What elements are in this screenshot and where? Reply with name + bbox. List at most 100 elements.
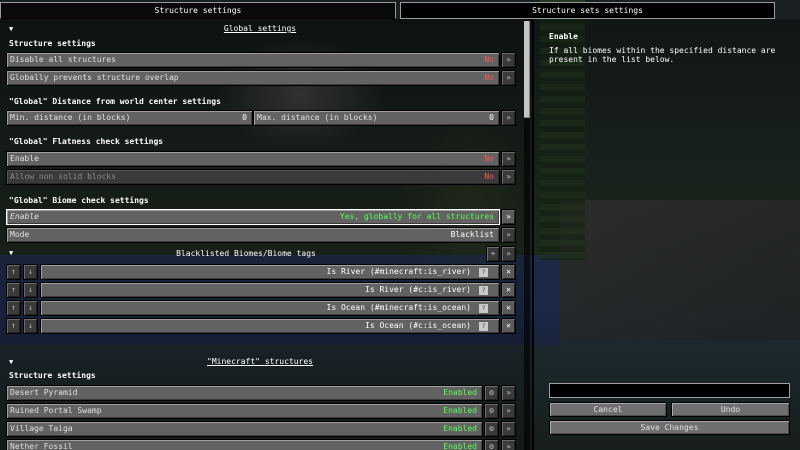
- disable-all-structures-button[interactable]: Disable all structures No: [6, 52, 500, 68]
- structure-name: Nether Fossil: [10, 442, 73, 450]
- reset-button[interactable]: »: [501, 169, 516, 185]
- move-up-button[interactable]: ↑: [6, 318, 21, 334]
- gear-icon[interactable]: ⚙: [484, 403, 499, 419]
- min-distance-value: 0: [242, 113, 247, 122]
- max-distance-field[interactable]: Max. distance (in blocks) 0: [253, 110, 500, 126]
- tag-entry[interactable]: Is River (#c:is_river) ?: [40, 282, 500, 298]
- tab-structure-settings[interactable]: Structure settings: [0, 2, 396, 19]
- gear-icon[interactable]: ⚙: [484, 439, 499, 450]
- reset-button[interactable]: »: [501, 385, 516, 401]
- tag-entry[interactable]: Is River (#minecraft:is_river) ?: [40, 264, 500, 280]
- allow-non-solid-button[interactable]: Allow non solid blocks No: [6, 169, 500, 185]
- remove-tag-button[interactable]: ✕: [501, 318, 516, 334]
- undo-button[interactable]: Undo: [671, 402, 790, 417]
- help-panel: Enable If all biomes within the specifie…: [532, 19, 800, 450]
- biome-heading: "Global" Biome check settings: [9, 196, 149, 205]
- reset-button[interactable]: »: [501, 209, 516, 225]
- reset-button[interactable]: »: [501, 403, 516, 419]
- blacklist-title: Blacklisted Biomes/Biome tags: [176, 249, 316, 258]
- tag-label: Is Ocean (#c:is_ocean): [365, 321, 471, 330]
- reset-button[interactable]: »: [501, 151, 516, 167]
- allow-non-solid-label: Allow non solid blocks: [10, 172, 116, 181]
- question-icon: ?: [479, 268, 488, 277]
- max-distance-label: Max. distance (in blocks): [257, 113, 378, 122]
- scrollbar[interactable]: [524, 19, 530, 450]
- blacklist-header[interactable]: ▼ Blacklisted Biomes/Biome tags +: [6, 246, 500, 262]
- reset-button[interactable]: »: [501, 439, 516, 450]
- biome-enable-button[interactable]: Enable Yes, globally for all structures: [6, 209, 500, 225]
- remove-tag-button[interactable]: ✕: [501, 282, 516, 298]
- move-up-button[interactable]: ↑: [6, 264, 21, 280]
- structure-toggle-button[interactable]: Desert Pyramid Enabled: [6, 385, 483, 401]
- structure-settings-heading: Structure settings: [9, 371, 96, 380]
- structure-name: Ruined Portal Swamp: [10, 406, 102, 415]
- structure-toggle-button[interactable]: Nether Fossil Enabled: [6, 439, 483, 450]
- move-down-button[interactable]: ↓: [23, 282, 38, 298]
- biome-enable-label: Enable: [10, 212, 39, 221]
- add-tag-button[interactable]: +: [486, 246, 500, 262]
- mode-button[interactable]: Mode Blacklist: [6, 227, 500, 243]
- prevent-overlap-value: No: [484, 73, 494, 82]
- min-distance-label: Min. distance (in blocks): [10, 113, 131, 122]
- global-settings-title: Global settings: [223, 24, 297, 33]
- move-up-button[interactable]: ↑: [6, 300, 21, 316]
- structure-toggle-button[interactable]: Village Taiga Enabled: [6, 421, 483, 437]
- reset-button[interactable]: »: [501, 246, 516, 262]
- structure-name: Desert Pyramid: [10, 388, 78, 397]
- minecraft-structures-header[interactable]: ▼ "Minecraft" structures: [0, 356, 520, 368]
- structure-status: Enabled: [443, 388, 477, 397]
- structure-settings-heading: Structure settings: [9, 39, 96, 48]
- reset-button[interactable]: »: [501, 421, 516, 437]
- minecraft-structures-title: "Minecraft" structures: [207, 357, 313, 366]
- flatness-enable-button[interactable]: Enable No: [6, 151, 500, 167]
- allow-non-solid-value: No: [484, 172, 494, 181]
- disable-all-structures-value: No: [484, 55, 494, 64]
- remove-tag-button[interactable]: ✕: [501, 300, 516, 316]
- flatness-enable-label: Enable: [10, 154, 39, 163]
- question-icon: ?: [479, 286, 488, 295]
- chevron-down-icon[interactable]: ▼: [9, 356, 13, 368]
- gear-icon[interactable]: ⚙: [484, 421, 499, 437]
- reset-button[interactable]: »: [501, 110, 516, 126]
- tag-label: Is River (#c:is_river): [365, 285, 471, 294]
- reset-button[interactable]: »: [501, 70, 516, 86]
- move-down-button[interactable]: ↓: [23, 264, 38, 280]
- flatness-enable-value: No: [484, 154, 494, 163]
- reset-button[interactable]: »: [501, 227, 516, 243]
- prevent-overlap-button[interactable]: Globally prevents structure overlap No: [6, 70, 500, 86]
- mode-value: Blacklist: [450, 230, 494, 239]
- structure-status: Enabled: [443, 406, 477, 415]
- mode-label: Mode: [10, 230, 30, 239]
- cancel-button[interactable]: Cancel: [549, 402, 667, 417]
- biome-enable-value: Yes, globally for all structures: [339, 212, 494, 221]
- chevron-down-icon[interactable]: ▼: [9, 23, 13, 35]
- move-down-button[interactable]: ↓: [23, 300, 38, 316]
- move-up-button[interactable]: ↑: [6, 282, 21, 298]
- move-down-button[interactable]: ↓: [23, 318, 38, 334]
- flatness-heading: "Global" Flatness check settings: [9, 137, 164, 146]
- distance-heading: "Global" Distance from world center sett…: [9, 97, 221, 106]
- help-title: Enable: [549, 32, 578, 41]
- tag-label: Is Ocean (#minecraft:is_ocean): [326, 303, 472, 312]
- reset-button[interactable]: »: [501, 52, 516, 68]
- tag-label: Is River (#minecraft:is_river): [326, 267, 472, 276]
- scrollbar-thumb[interactable]: [524, 21, 530, 118]
- structure-status: Enabled: [443, 442, 477, 450]
- tag-entry[interactable]: Is Ocean (#minecraft:is_ocean) ?: [40, 300, 500, 316]
- disable-all-structures-label: Disable all structures: [10, 55, 116, 64]
- structure-status: Enabled: [443, 424, 477, 433]
- question-icon: ?: [479, 322, 488, 331]
- settings-list[interactable]: ▼ Global settings Structure settings Dis…: [0, 19, 532, 450]
- tab-structure-sets-settings[interactable]: Structure sets settings: [400, 2, 775, 19]
- max-distance-value: 0: [489, 113, 494, 122]
- search-input[interactable]: [549, 383, 790, 398]
- structure-toggle-button[interactable]: Ruined Portal Swamp Enabled: [6, 403, 483, 419]
- remove-tag-button[interactable]: ✕: [501, 264, 516, 280]
- tag-entry[interactable]: Is Ocean (#c:is_ocean) ?: [40, 318, 500, 334]
- global-settings-header[interactable]: ▼ Global settings: [0, 23, 520, 35]
- save-changes-button[interactable]: Save Changes: [549, 420, 790, 435]
- help-text: If all biomes within the specified dista…: [549, 46, 776, 64]
- question-icon: ?: [479, 304, 488, 313]
- min-distance-field[interactable]: Min. distance (in blocks) 0: [6, 110, 253, 126]
- gear-icon[interactable]: ⚙: [484, 385, 499, 401]
